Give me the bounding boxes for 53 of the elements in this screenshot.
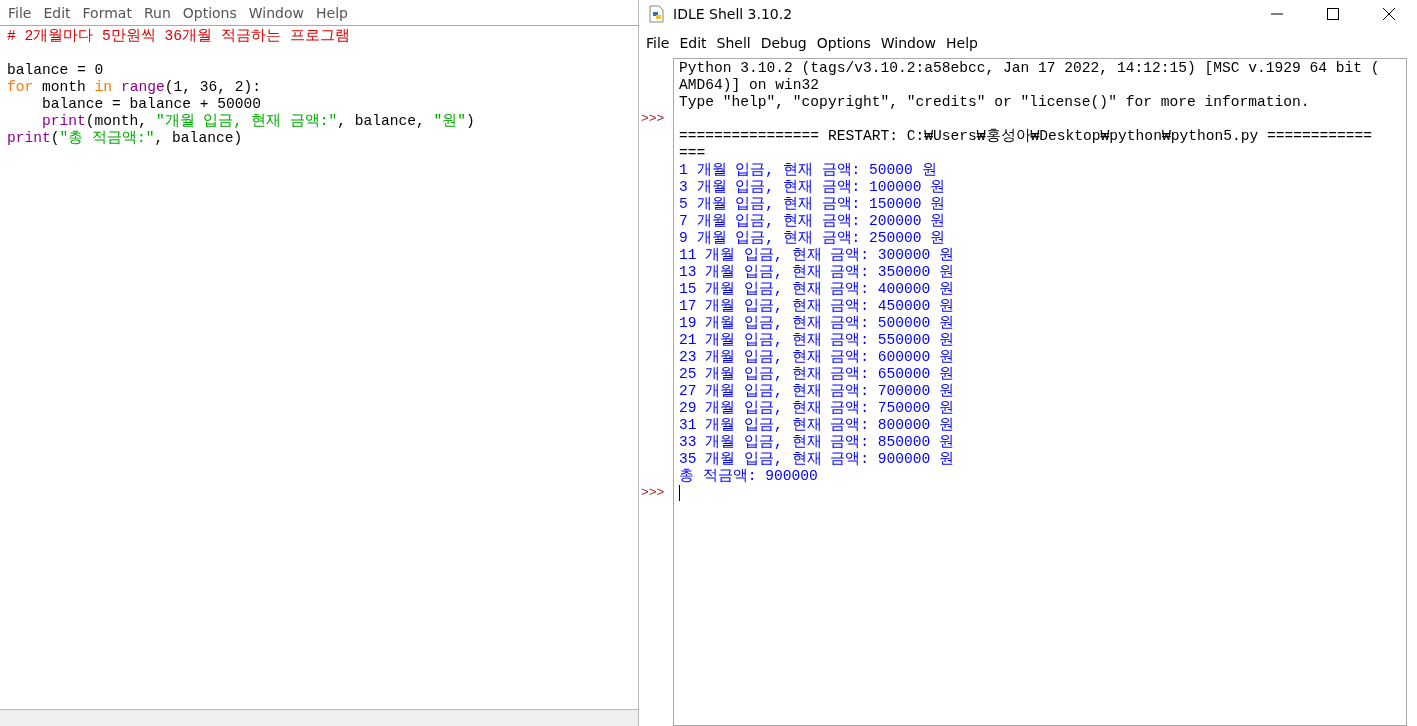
output-line: 1 개월 입금, 현재 금액: 50000 원 [679,162,937,178]
menu-item[interactable]: Shell [711,35,756,51]
maximize-icon[interactable] [1327,8,1339,20]
shell-prompt: >>> [640,111,665,126]
code-editor[interactable]: # 2개월마다 5만원씩 36개월 적금하는 프로그램 balance = 0 for month in range(1, 36, 2): balance = balance + 50000 print(month, "개월 입금, 현재 금액:", balance, "원") print("총 적금액:", balance) [0,26,638,709]
output-line: 29 개월 입금, 현재 금액: 750000 원 [679,400,955,416]
python-file-icon [649,5,665,23]
code-line: balance = balance + 50000 [41,96,261,113]
output-line: 27 개월 입금, 현재 금액: 700000 원 [679,383,955,399]
output-line: 35 개월 입금, 현재 금액: 900000 원 [679,451,955,467]
text-cursor [679,485,680,502]
code-line: for month in range(1, 36, 2): [7,79,261,96]
output-line: 13 개월 입금, 현재 금액: 350000 원 [679,264,955,280]
output-line: 17 개월 입금, 현재 금액: 450000 원 [679,298,955,314]
output-line: 총 적금액: 900000 [679,468,818,484]
output-line: 11 개월 입금, 현재 금액: 300000 원 [679,247,955,263]
shell-output[interactable] [673,58,1407,726]
menu-item[interactable]: Window [875,35,941,51]
output-line: 15 개월 입금, 현재 금액: 400000 원 [679,281,955,297]
menu-item[interactable]: Edit [37,4,77,21]
output-line: 25 개월 입금, 현재 금액: 650000 원 [679,366,955,382]
menu-item[interactable]: Edit [674,35,712,51]
code-line: print(month, "개월 입금, 현재 금액:", balance, "원") [41,113,475,130]
code-line: print("총 적금액:", balance) [7,130,243,147]
menu-item[interactable]: Options [811,35,876,51]
menu-item[interactable]: Help [941,35,983,51]
output-line: ================ RESTART: C:₩Users₩홍성아₩Desktop₩python₩python5.py ============ [679,128,1373,144]
output-line: Type "help", "copyright", "credits" or "license()" for more information. [679,94,1310,110]
window-title: IDLE Shell 3.10.2 [673,6,793,22]
output-line: 9 개월 입금, 현재 금액: 250000 원 [679,230,946,246]
output-line: 31 개월 입금, 현재 금액: 800000 원 [679,417,955,433]
output-line: 3 개월 입금, 현재 금액: 100000 원 [679,179,946,195]
code-line: # 2개월마다 5만원씩 36개월 적금하는 프로그램 [7,28,350,45]
menu-item[interactable]: Help [310,4,354,21]
output-line: === [679,145,706,161]
output-line: 33 개월 입금, 현재 금액: 850000 원 [679,434,955,450]
shell-prompt: >>> [640,485,665,500]
output-line: 21 개월 입금, 현재 금액: 550000 원 [679,332,955,348]
code-line: balance = 0 [7,61,104,79]
output-line: AMD64)] on win32 [679,77,820,93]
menu-item[interactable]: File [2,4,38,21]
menu-item[interactable]: Debug [755,35,812,51]
output-line: 5 개월 입금, 현재 금액: 150000 원 [679,196,946,212]
menu-item[interactable]: File [641,35,675,51]
close-icon[interactable] [1383,8,1395,20]
output-line: 23 개월 입금, 현재 금액: 600000 원 [679,349,955,365]
menu-item[interactable]: Run [137,4,177,21]
output-line: Python 3.10.2 (tags/v3.10.2:a58ebcc, Jan 17 2022, 14:12:15) [MSC v.1929 64 bit ( [679,60,1380,76]
menu-item[interactable]: Window [242,4,310,21]
menu-item[interactable]: Options [176,4,243,21]
menu-item[interactable]: Format [76,4,138,21]
output-line: 19 개월 입금, 현재 금액: 500000 원 [679,315,955,331]
output-line: 7 개월 입금, 현재 금액: 200000 원 [679,213,946,229]
